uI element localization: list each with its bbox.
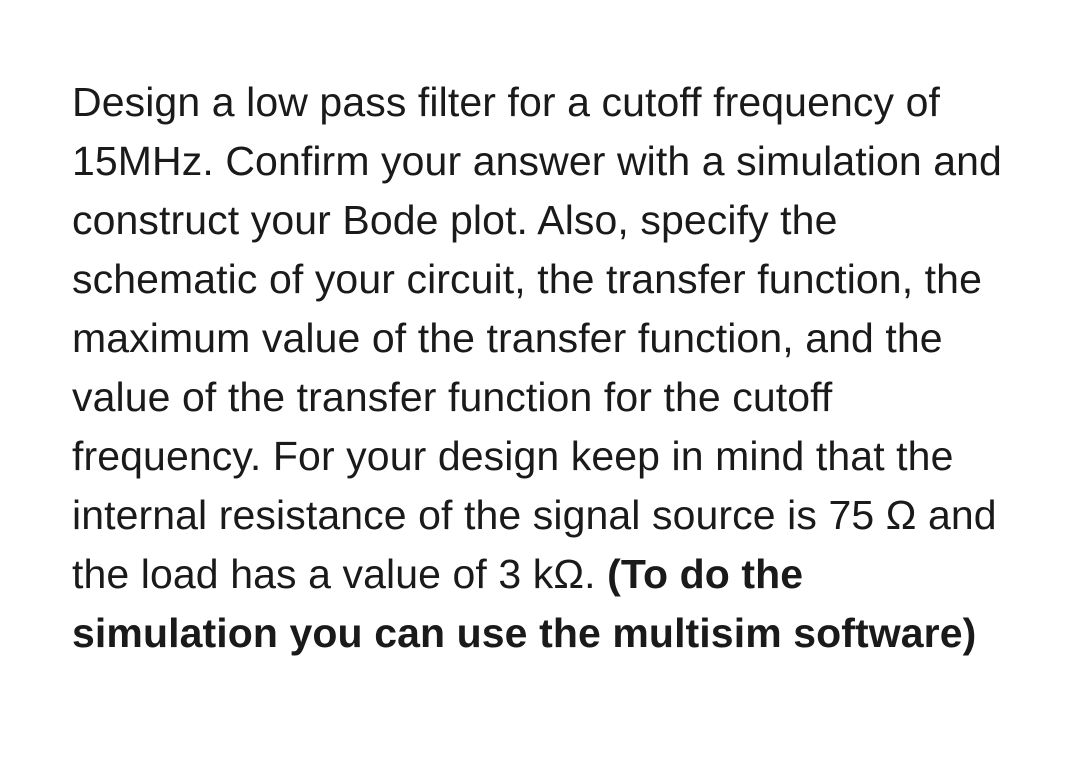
problem-statement: Design a low pass filter for a cutoff fr… (72, 73, 1008, 663)
problem-body-plain: Design a low pass filter for a cutoff fr… (72, 79, 1002, 597)
document-page: Design a low pass filter for a cutoff fr… (0, 0, 1080, 771)
